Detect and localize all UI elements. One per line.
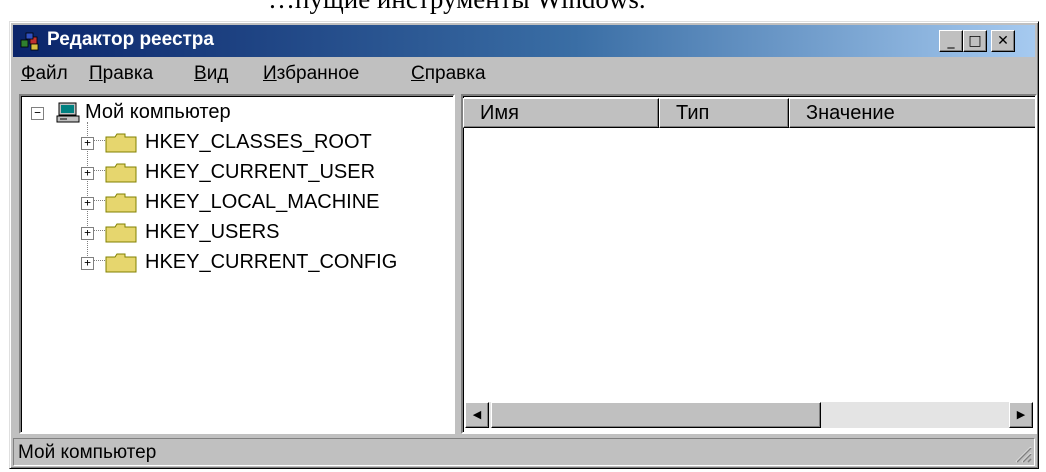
column-header-type[interactable]: Тип [659,98,789,128]
expand-icon[interactable]: + [81,257,94,270]
column-header-name[interactable]: Имя [463,98,659,128]
folder-icon [105,163,137,183]
minimize-icon: _ [947,33,955,49]
tree-item-label: HKEY_USERS [145,221,280,243]
minimize-button[interactable]: _ [939,30,963,52]
tree-item-hkey-local-machine[interactable]: + HKEY_LOCAL_MACHINE [21,188,451,218]
expand-icon[interactable]: + [81,197,94,210]
computer-icon [56,102,80,123]
folder-icon [105,133,137,153]
title-bar[interactable]: Редактор реестра _ □ ✕ [13,25,1035,57]
right-arrow-icon: ▶ [1016,408,1026,421]
menu-help[interactable]: Справка [411,63,486,85]
tree-item-hkey-users[interactable]: + HKEY_USERS [21,218,451,248]
tree-item-label: Мой компьютер [85,101,231,123]
registry-tree-pane[interactable]: − Мой компьютер + HKEY_CLASSES_ROOT + HK… [19,94,455,434]
expand-icon[interactable]: + [81,137,94,150]
tree-item-label: HKEY_CURRENT_CONFIG [145,251,398,273]
background-text: …пущие инструменты Windows. [268,0,646,15]
close-icon: ✕ [997,33,1009,49]
folder-icon [105,193,137,213]
values-list-pane[interactable]: Имя Тип Значение ◀ ▶ [461,94,1037,434]
folder-icon [105,223,137,243]
scroll-left-button[interactable]: ◀ [465,402,489,428]
tree-item-label: HKEY_CURRENT_USER [145,161,376,183]
menu-bar: Файл Правка Вид Избранное Справка [13,59,1035,89]
tree-item-label: HKEY_LOCAL_MACHINE [145,191,380,213]
resize-grip-icon[interactable] [1012,443,1032,463]
horizontal-scrollbar[interactable]: ◀ ▶ [465,402,1033,428]
scroll-right-button[interactable]: ▶ [1009,402,1033,428]
tree-item-hkey-classes-root[interactable]: + HKEY_CLASSES_ROOT [21,128,451,158]
column-header-value[interactable]: Значение [789,98,1035,128]
background-document-text: …пущие инструменты Windows. [0,0,1046,22]
status-bar: Мой компьютер [13,438,1035,466]
maximize-icon: □ [968,33,982,49]
scroll-thumb[interactable] [491,402,821,428]
close-button[interactable]: ✕ [991,30,1015,52]
registry-editor-app-icon [20,32,39,51]
collapse-icon[interactable]: − [31,107,44,120]
status-text: Мой компьютер [18,442,157,463]
registry-editor-window: Редактор реестра _ □ ✕ Файл Правка Вид И… [9,21,1039,469]
folder-icon [105,253,137,273]
tree-item-label: HKEY_CLASSES_ROOT [145,131,372,153]
expand-icon[interactable]: + [81,227,94,240]
left-arrow-icon: ◀ [472,408,482,421]
menu-edit[interactable]: Правка [89,63,153,85]
tree-item-my-computer[interactable]: − Мой компьютер [21,98,451,128]
window-title: Редактор реестра [47,29,214,50]
tree-item-hkey-current-config[interactable]: + HKEY_CURRENT_CONFIG [21,248,451,278]
tree-item-hkey-current-user[interactable]: + HKEY_CURRENT_USER [21,158,451,188]
menu-view[interactable]: Вид [194,63,228,85]
maximize-button[interactable]: □ [963,30,987,52]
expand-icon[interactable]: + [81,167,94,180]
menu-favorites[interactable]: Избранное [263,63,359,85]
menu-file[interactable]: Файл [21,63,68,85]
